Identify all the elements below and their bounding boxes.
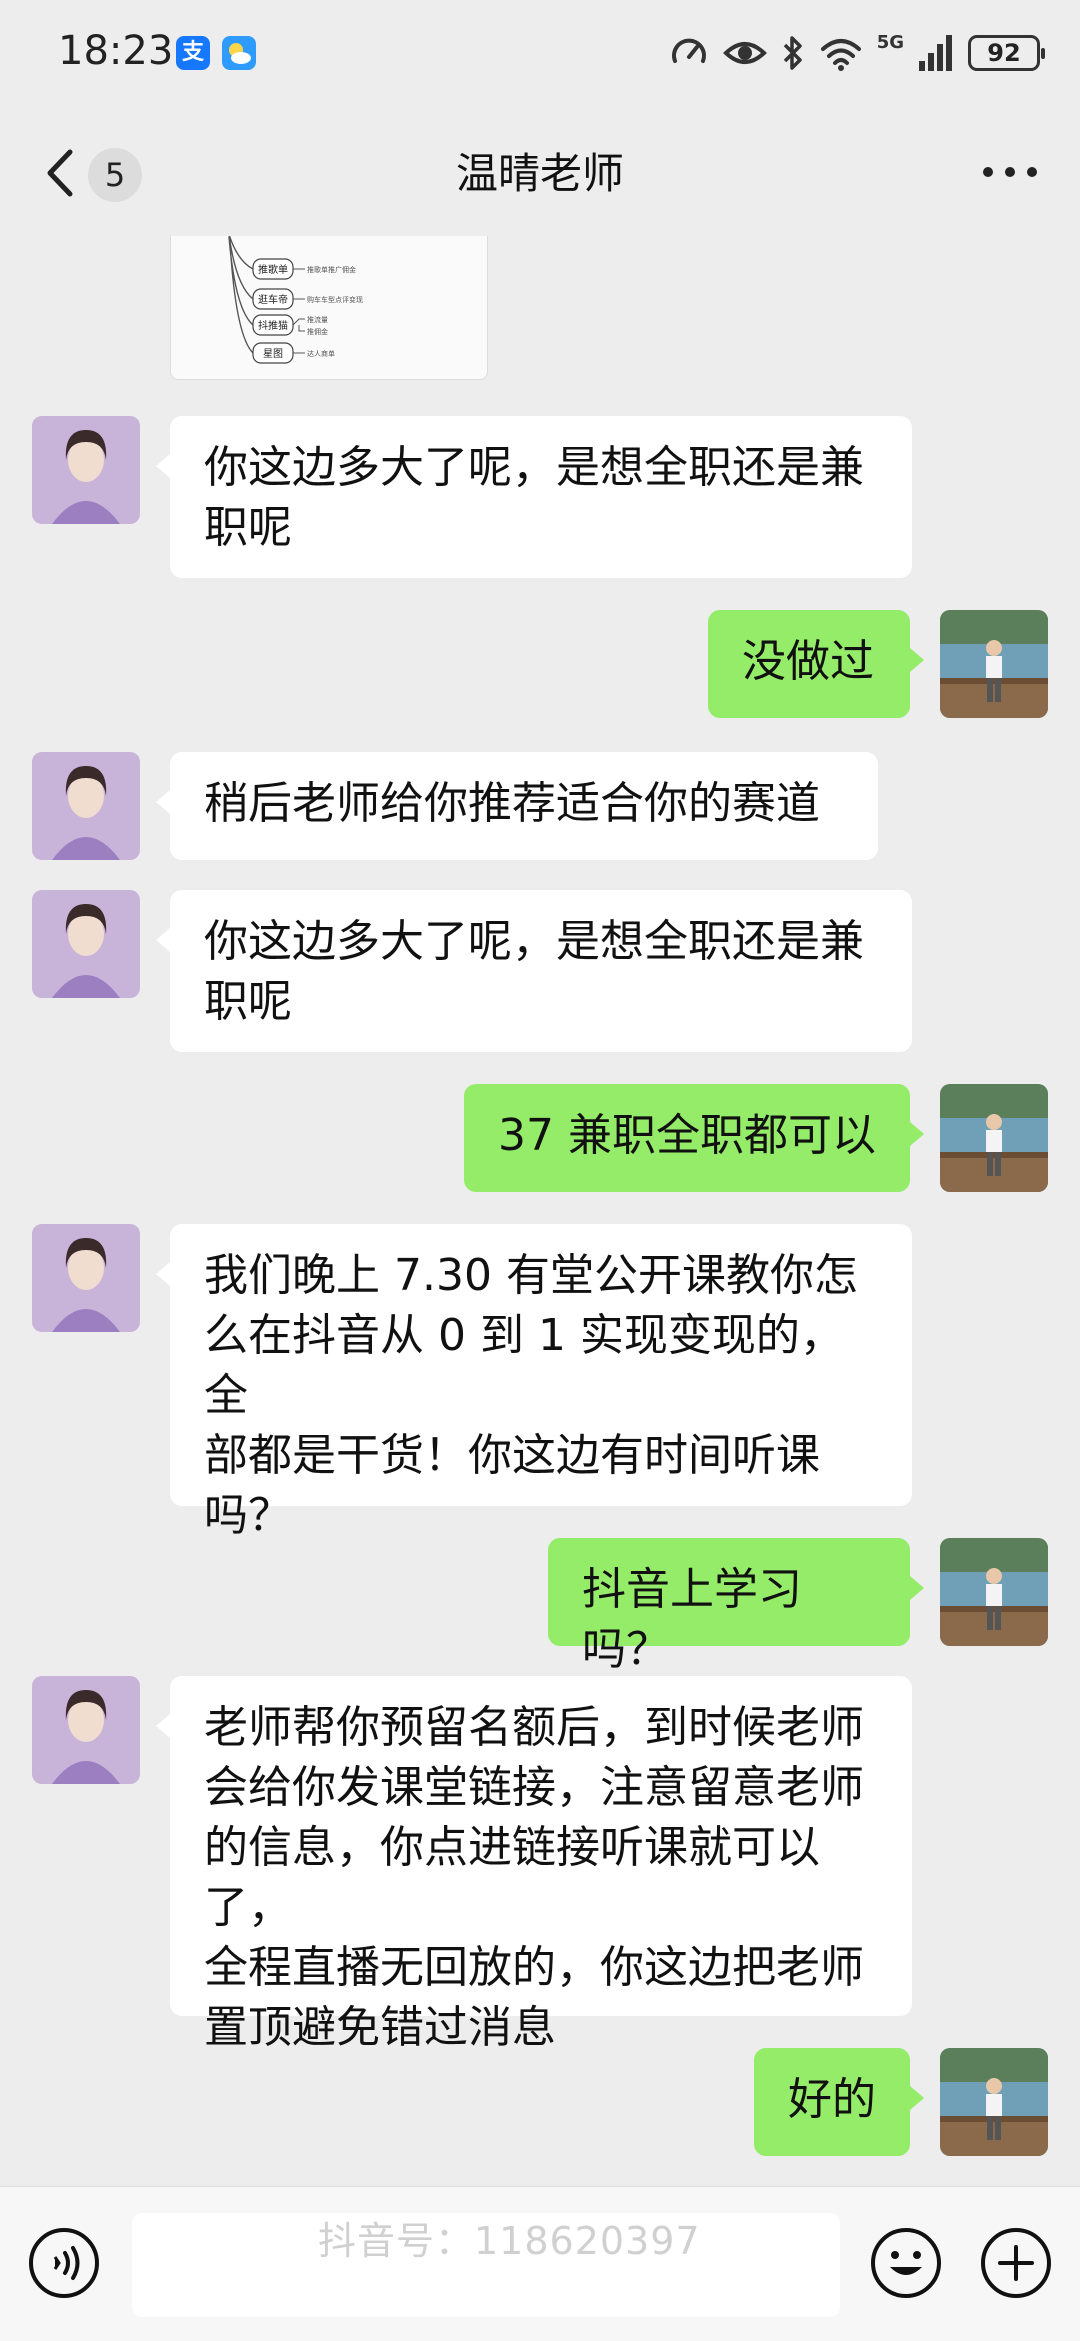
battery-indicator: 92 — [968, 35, 1045, 71]
wifi-icon — [819, 33, 863, 73]
chat-header: 5 温晴老师 — [0, 110, 1080, 236]
message-bubble-outgoing[interactable]: 好的 — [754, 2048, 924, 2156]
speed-icon — [669, 33, 709, 73]
teacher-avatar[interactable] — [32, 1224, 140, 1332]
eye-icon — [722, 33, 767, 73]
voice-icon[interactable] — [28, 2227, 100, 2299]
message-bubble-incoming[interactable]: 你这边多大了呢，是想全职还是兼 职呢 — [156, 890, 912, 1052]
message-bubble-outgoing[interactable]: 没做过 — [708, 610, 924, 718]
status-bar: 18:23 支 5G 92 — [0, 0, 1080, 110]
status-time: 18:23 — [58, 28, 174, 74]
svg-text:抖推猫: 抖推猫 — [258, 319, 288, 332]
user-avatar[interactable] — [940, 610, 1048, 718]
watermark: 抖音号：118620397 — [318, 2219, 701, 2263]
alipay-icon: 支 — [176, 36, 210, 70]
svg-text:星图: 星图 — [263, 348, 283, 360]
plus-icon[interactable] — [980, 2227, 1052, 2299]
mindmap-image-message[interactable]: 推歌单 逛车帝 抖推猫 星图 推歌单推广佣金 购车车型点评变现 推流量 推佣金 … — [170, 236, 488, 380]
user-avatar[interactable] — [940, 2048, 1048, 2156]
message-bubble-outgoing[interactable]: 37 兼职全职都可以 — [464, 1084, 924, 1192]
more-options-icon[interactable] — [980, 162, 1040, 182]
user-avatar[interactable] — [940, 1084, 1048, 1192]
message-bubble-incoming[interactable]: 你这边多大了呢，是想全职还是兼 职呢 — [156, 416, 912, 578]
teacher-avatar[interactable] — [32, 890, 140, 998]
svg-text:推歌单推广佣金: 推歌单推广佣金 — [307, 265, 356, 274]
message-bubble-outgoing[interactable]: 抖音上学习吗？ — [548, 1538, 924, 1675]
svg-text:购车车型点评变现: 购车车型点评变现 — [307, 295, 363, 304]
chat-title: 温晴老师 — [455, 149, 624, 198]
network-type: 5G — [876, 32, 904, 53]
teacher-avatar[interactable] — [32, 752, 140, 860]
svg-text:达人商单: 达人商单 — [307, 349, 335, 358]
bluetooth-icon — [781, 33, 805, 73]
svg-text:推佣金: 推佣金 — [307, 327, 328, 336]
status-indicators: 5G 92 — [669, 30, 1045, 76]
teacher-avatar[interactable] — [32, 1676, 140, 1784]
message-bubble-incoming[interactable]: 我们晚上 7.30 有堂公开课教你怎 么在抖音从 0 到 1 实现变现的，全 部… — [156, 1224, 912, 1541]
message-bubble-incoming[interactable]: 老师帮你预留名额后，到时候老师 会给你发课堂链接，注意留意老师 的信息，你点进链… — [156, 1676, 912, 2053]
message-bubble-incoming[interactable]: 稍后老师给你推荐适合你的赛道 — [156, 752, 878, 860]
svg-text:推流量: 推流量 — [307, 315, 328, 324]
teacher-avatar[interactable] — [32, 416, 140, 524]
user-avatar[interactable] — [940, 1538, 1048, 1646]
svg-text:推歌单: 推歌单 — [258, 263, 288, 276]
message-list[interactable]: 推歌单 逛车帝 抖推猫 星图 推歌单推广佣金 购车车型点评变现 推流量 推佣金 … — [0, 236, 1080, 2186]
signal-icon — [918, 33, 954, 73]
emoji-icon[interactable] — [870, 2227, 942, 2299]
svg-text:逛车帝: 逛车帝 — [258, 293, 288, 306]
weather-icon — [222, 36, 256, 70]
